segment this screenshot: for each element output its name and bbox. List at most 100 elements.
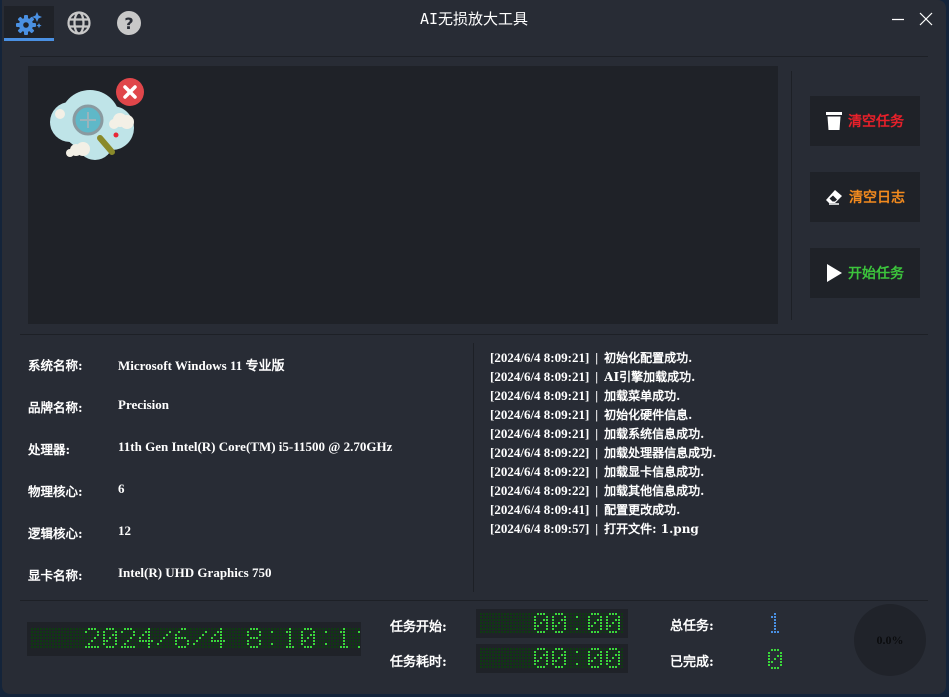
total-tasks-dot (774, 616, 776, 618)
completed-dot (777, 667, 779, 669)
log-message: 加载显卡信息成功. (604, 465, 705, 479)
info-value: 12 (118, 523, 131, 538)
info-value: Microsoft Windows 11 专业版 (118, 358, 285, 373)
clear-log-button[interactable]: 清空日志 (810, 172, 920, 222)
completed-dot (780, 658, 782, 660)
completed-dot (768, 661, 770, 663)
log-separator: | (595, 445, 599, 460)
completed-dot (774, 649, 776, 651)
clock-char (211, 628, 228, 648)
total-tasks-label: 总任务: (670, 619, 714, 634)
log-entry: [2024/6/4 8:09:22] | 加载处理器信息成功. (490, 444, 790, 463)
info-label: 品牌名称: (28, 400, 83, 415)
log-time: [2024/6/4 8:09:21] (490, 407, 590, 422)
task-start-char (480, 613, 497, 633)
log-message: 初始化硬件信息. (604, 408, 693, 422)
total-tasks-dot (771, 616, 773, 618)
task-start-char (498, 613, 515, 633)
completed-dot (768, 652, 770, 654)
completed-dot (771, 661, 773, 663)
divider (791, 71, 792, 320)
progress-indicator: 0.0% (854, 604, 926, 676)
log-panel[interactable]: [2024/6/4 8:09:21] | 初始化配置成功. [2024/6/4 8:0… (490, 349, 790, 539)
clear-tasks-button[interactable]: 清空任务 (810, 96, 920, 146)
log-separator: | (595, 426, 599, 441)
log-message: 加载处理器信息成功. (604, 446, 717, 460)
completed-dot (780, 664, 782, 666)
info-label: 显卡名称: (28, 568, 83, 583)
clock-char (67, 628, 84, 648)
clock-display (27, 622, 361, 656)
task-elapsed-char (552, 648, 569, 668)
clear-tasks-label: 清空任务 (848, 114, 904, 130)
clock-char (193, 628, 210, 648)
clock-char (265, 628, 282, 648)
minimize-button[interactable] (886, 8, 910, 30)
log-entry: [2024/6/4 8:09:57] | 打开文件: 1.png (490, 520, 790, 539)
task-elapsed-display (476, 644, 628, 673)
clock-char (31, 628, 48, 648)
info-label: 系统名称: (28, 358, 83, 373)
clock-char (337, 628, 354, 648)
progress-text: 0.0% (876, 632, 904, 647)
log-entry: [2024/6/4 8:09:41] | 配置更改成功. (490, 501, 790, 520)
clock-char (355, 628, 360, 648)
log-time: [2024/6/4 8:09:22] (490, 445, 590, 460)
log-time: [2024/6/4 8:09:21] (490, 388, 590, 403)
title-bar: ? AI无损放大工具 (2, 0, 946, 41)
clock-char (229, 628, 246, 648)
clock-char (301, 628, 318, 648)
completed-dot (777, 655, 779, 657)
log-message: 初始化配置成功. (604, 351, 693, 365)
task-elapsed-char (498, 648, 515, 668)
total-tasks-dot (774, 619, 776, 621)
completed-dot (768, 664, 770, 666)
play-icon (827, 264, 842, 282)
info-value: Precision (118, 397, 170, 412)
divider (20, 334, 928, 335)
task-elapsed-char (534, 648, 551, 668)
task-start-char (606, 613, 623, 633)
info-label: 处理器: (28, 442, 71, 457)
log-time: [2024/6/4 8:09:41] (490, 502, 590, 517)
log-separator: | (595, 502, 599, 517)
total-tasks-dot (774, 613, 776, 615)
log-entry: [2024/6/4 8:09:21] | 初始化硬件信息. (490, 406, 790, 425)
image-preview-area[interactable] (28, 66, 778, 324)
eraser-icon (826, 190, 842, 205)
completed-dot (768, 658, 770, 660)
log-entry: [2024/6/4 8:09:21] | 加载系统信息成功. (490, 425, 790, 444)
log-separator: | (595, 388, 599, 403)
image-thumbnail[interactable] (40, 72, 144, 168)
log-time: [2024/6/4 8:09:22] (490, 483, 590, 498)
task-elapsed-char (516, 648, 533, 668)
log-time: [2024/6/4 8:09:57] (490, 521, 590, 536)
log-entry: [2024/6/4 8:09:21] | 初始化配置成功. (490, 349, 790, 368)
info-value: Intel(R) UHD Graphics 750 (118, 565, 272, 580)
total-tasks-dot (777, 631, 779, 633)
close-button[interactable] (914, 8, 938, 30)
log-message: 加载菜单成功. (604, 389, 681, 403)
task-elapsed-char (606, 648, 623, 668)
info-value: 6 (118, 481, 125, 496)
clock-char (283, 628, 300, 648)
total-tasks-dot (774, 625, 776, 627)
clock-char (85, 628, 102, 648)
clock-char (247, 628, 264, 648)
clock-char (175, 628, 192, 648)
clock-char (121, 628, 138, 648)
task-elapsed-char (588, 648, 605, 668)
info-label: 物理核心: (28, 484, 83, 499)
log-message: 打开文件: 1.png (604, 522, 699, 536)
total-tasks-count (766, 611, 786, 637)
clock-char (49, 628, 66, 648)
log-message: 配置更改成功. (604, 503, 681, 517)
completed-dot (774, 658, 776, 660)
start-task-button[interactable]: 开始任务 (810, 248, 920, 298)
clock-char (139, 628, 156, 648)
log-message: 加载其他信息成功. (604, 484, 705, 498)
task-start-char (516, 613, 533, 633)
trash-icon (826, 112, 842, 130)
task-start-char (534, 613, 551, 633)
total-tasks-dot (774, 631, 776, 633)
